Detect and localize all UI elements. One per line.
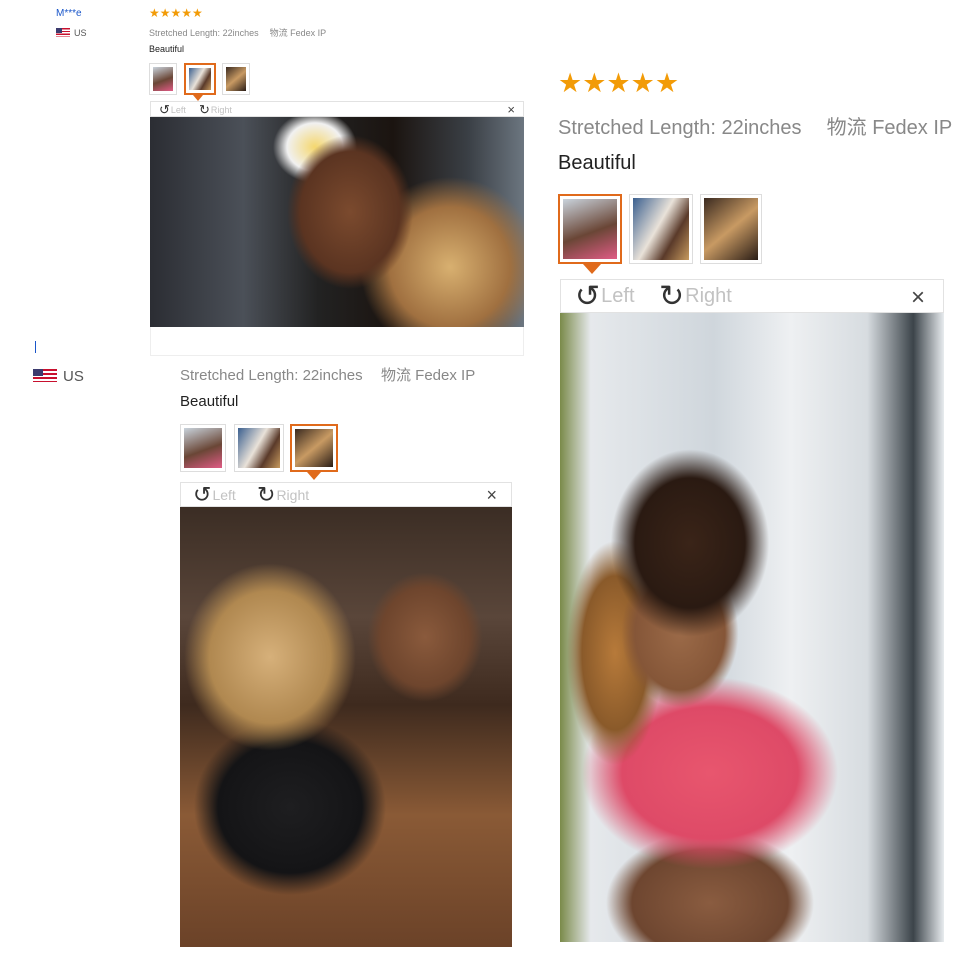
rotate-right-button[interactable]: ↻ Right (257, 483, 309, 507)
close-viewer-icon[interactable]: × (507, 103, 515, 116)
length-label: Stretched Length: (149, 28, 221, 38)
rotate-right-label: Right (685, 285, 732, 307)
review-thumbnail-3[interactable] (222, 63, 250, 95)
rotate-right-button[interactable]: ↻ Right (659, 280, 732, 313)
rotate-right-icon: ↻ (199, 102, 210, 117)
rotate-left-icon: ↺ (575, 279, 601, 313)
review-photo-floral-top (560, 313, 944, 942)
length-value: 22inches (721, 117, 802, 139)
review-comment: Beautiful (558, 152, 636, 174)
length-value: 22inches (302, 367, 363, 384)
review-attributes: Stretched Length: 22inches 物流 Fedex IP (149, 26, 326, 39)
review-photo-car-selfie (150, 117, 524, 327)
rotate-left-label: Left (212, 487, 236, 503)
review-comment: Beautiful (149, 44, 185, 54)
rotate-right-icon: ↻ (659, 279, 685, 313)
review-attributes: Stretched Length: 22inches 物流 Fedex IP (180, 364, 475, 385)
length-value: 22inches (222, 28, 259, 38)
rotate-left-label: Left (601, 285, 635, 307)
review-thumbnail-1[interactable] (180, 424, 226, 472)
rotate-left-icon: ↺ (193, 482, 212, 507)
shipping-value: Fedex IP (872, 117, 953, 139)
text-cursor (35, 341, 36, 353)
image-viewer-toolbar: ↺ Left ↻ Right × (560, 279, 944, 313)
review-thumbnail-3[interactable] (700, 194, 762, 264)
shipping-value: Fedex IP (290, 28, 327, 38)
rotate-left-button[interactable]: ↺ Left (575, 280, 635, 313)
close-viewer-icon[interactable]: × (486, 486, 497, 504)
review-thumbnail-3[interactable] (290, 424, 338, 472)
us-flag-icon (33, 369, 57, 382)
length-label: Stretched Length: (180, 367, 299, 384)
close-viewer-icon[interactable]: × (911, 286, 925, 310)
review-comment: Beautiful (180, 393, 239, 410)
shipping-label: 物流 (269, 28, 288, 38)
rotate-right-icon: ↻ (257, 482, 276, 507)
review-thumbnail-2[interactable] (629, 194, 693, 264)
active-thumb-caret-icon (307, 472, 321, 480)
review-attributes: Stretched Length: 22inches 物流 Fedex IP (558, 111, 952, 140)
rotate-right-label: Right (210, 104, 232, 115)
active-thumb-caret-icon (583, 264, 601, 274)
rotate-left-button[interactable]: ↺ Left (159, 102, 186, 117)
review-thumbnail-2[interactable] (184, 63, 216, 95)
us-flag-icon (56, 28, 70, 37)
image-viewer-toolbar: ↺ Left ↻ Right × (180, 482, 512, 507)
rotate-right-label: Right (276, 487, 310, 503)
reviewer-country: US (63, 368, 84, 385)
review-thumbnail-1[interactable] (558, 194, 622, 264)
rotate-left-button[interactable]: ↺ Left (193, 483, 236, 507)
rotate-left-icon: ↺ (159, 102, 170, 117)
image-viewer-toolbar: ↺ Left ↻ Right × (150, 101, 524, 117)
rotate-left-label: Left (170, 104, 186, 115)
viewer-bottom-border (150, 327, 524, 356)
review-thumbnail-1[interactable] (149, 63, 177, 95)
star-rating: ★★★★★ (149, 6, 203, 20)
shipping-label: 物流 (826, 117, 867, 139)
review-photo-selfie-black-top (180, 507, 512, 947)
length-label: Stretched Length: (558, 117, 716, 139)
reviewer-name[interactable]: M***e (56, 8, 82, 19)
review-thumbnail-2[interactable] (234, 424, 284, 472)
shipping-label: 物流 (380, 367, 411, 384)
star-rating: ★★★★★ (558, 68, 680, 98)
reviewer-country: US (74, 28, 87, 38)
shipping-value: Fedex IP (415, 367, 476, 384)
rotate-right-button[interactable]: ↻ Right (199, 102, 232, 117)
